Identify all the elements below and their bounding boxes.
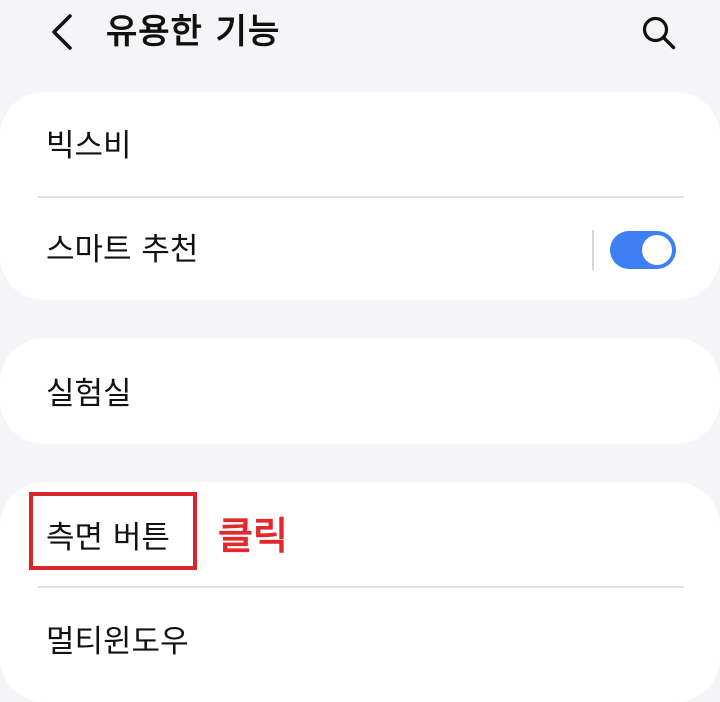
settings-group-1: 빅스비 스마트 추천 — [0, 92, 720, 300]
list-item-multi-window[interactable]: 멀티윈도우 — [0, 588, 720, 692]
list-item-label: 빅스비 — [46, 128, 132, 164]
click-annotation: 클릭 — [218, 514, 288, 558]
page-title: 유용한 기능 — [106, 12, 281, 52]
toggle-knob — [642, 235, 672, 265]
top-app-bar: 유용한 기능 — [0, 0, 720, 70]
vertical-divider — [592, 230, 594, 270]
list-item-label: 스마트 추천 — [46, 232, 199, 268]
highlight-box — [29, 492, 197, 570]
list-item-smart-suggestions[interactable]: 스마트 추천 — [0, 196, 720, 300]
settings-group-2: 실험실 — [0, 338, 720, 444]
list-item-label: 실험실 — [46, 376, 132, 412]
chevron-left-icon — [52, 14, 72, 50]
back-button[interactable] — [42, 12, 82, 52]
smart-suggestions-toggle[interactable] — [610, 231, 676, 269]
list-item-label: 멀티윈도우 — [46, 624, 189, 660]
list-item-bixby[interactable]: 빅스비 — [0, 92, 720, 196]
list-item-labs[interactable]: 실험실 — [0, 338, 720, 442]
search-icon — [642, 16, 676, 50]
search-button[interactable] — [636, 10, 682, 56]
